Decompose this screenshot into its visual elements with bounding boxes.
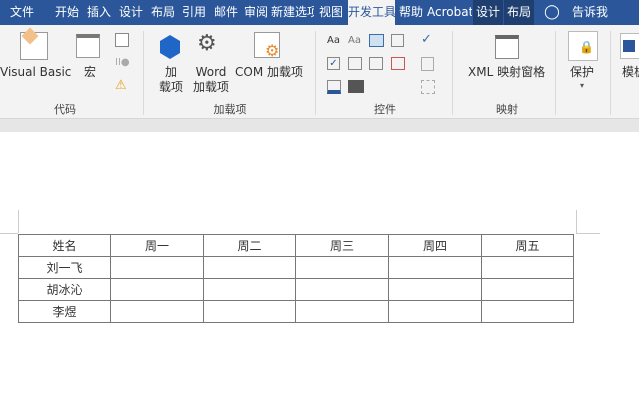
table-cell[interactable]	[203, 300, 296, 323]
ribbon: Visual Basic 宏 II● ⚠ 代码 加载项 ⚙ Word 加载项 ⚙ …	[0, 25, 639, 119]
macro-button[interactable]: 宏	[84, 65, 96, 80]
word-addins-label-1: Word	[195, 65, 227, 79]
design-mode-icon[interactable]: ✓	[421, 32, 432, 47]
table-cell[interactable]	[481, 300, 574, 323]
margin-mark-left-h	[0, 233, 18, 234]
schedule-table: 姓名 周一 周二 周三 周四 周五 刘一飞 胡冰沁 李煜	[18, 234, 574, 323]
word-addins-label-2: 加载项	[193, 80, 230, 94]
tab-insert[interactable]: 插入	[84, 0, 114, 25]
name-cell[interactable]: 刘一飞	[18, 256, 111, 279]
table-cell[interactable]	[388, 278, 482, 301]
tab-new[interactable]: 新建选项卡	[271, 0, 314, 25]
combobox-control-icon[interactable]	[348, 57, 362, 70]
tab-home[interactable]: 开始	[52, 0, 82, 25]
header-cell[interactable]: 周三	[295, 234, 389, 257]
tab-mailings[interactable]: 邮件	[211, 0, 241, 25]
margin-mark-right	[576, 210, 577, 233]
picture-control-icon[interactable]	[369, 34, 384, 47]
table-cell[interactable]	[388, 256, 482, 279]
legacy-tools-icon[interactable]	[348, 80, 364, 93]
name-cell[interactable]: 胡冰沁	[18, 278, 111, 301]
record-macro-icon[interactable]	[115, 33, 129, 47]
tab-acrobat[interactable]: Acrobat	[427, 0, 472, 25]
pause-record-icon[interactable]: II●	[115, 57, 130, 68]
table-cell[interactable]	[110, 278, 204, 301]
protect-dropdown-icon[interactable]: ▾	[580, 81, 584, 90]
group-label-controls: 控件	[374, 103, 396, 116]
tell-me-search[interactable]: 告诉我	[568, 0, 612, 25]
tab-developer[interactable]: 开发工具	[348, 0, 395, 25]
addins-icon	[160, 35, 180, 59]
checkbox-control-icon[interactable]: ✓	[327, 57, 340, 70]
table-row: 李煜	[18, 300, 574, 323]
table-cell[interactable]	[110, 256, 204, 279]
properties-icon[interactable]	[421, 57, 434, 71]
addins-button[interactable]: 加载项	[159, 65, 183, 95]
table-row: 胡冰沁	[18, 278, 574, 301]
header-cell[interactable]: 周四	[388, 234, 482, 257]
margin-mark-right-h	[576, 233, 600, 234]
table-cell[interactable]	[110, 300, 204, 323]
table-row: 刘一飞	[18, 256, 574, 279]
group-label-code: 代码	[54, 103, 76, 116]
tab-help[interactable]: 帮助	[396, 0, 426, 25]
table-cell[interactable]	[295, 278, 389, 301]
repeating-section-icon[interactable]	[327, 80, 341, 94]
group-label-addins: 加载项	[213, 103, 247, 116]
template-button[interactable]: 模板	[622, 65, 639, 80]
header-cell[interactable]: 周一	[110, 234, 204, 257]
template-icon	[620, 33, 639, 59]
table-cell[interactable]	[481, 256, 574, 279]
addins-label-1: 加	[165, 65, 178, 79]
tab-references[interactable]: 引用	[179, 0, 209, 25]
protect-button[interactable]: 保护	[570, 65, 594, 80]
group-label-mapping: 映射	[496, 103, 518, 116]
header-cell[interactable]: 周五	[481, 234, 574, 257]
xml-mapping-pane-button[interactable]: XML 映射窗格	[468, 65, 545, 80]
header-cell[interactable]: 姓名	[18, 234, 111, 257]
tab-table-design[interactable]: 设计	[473, 0, 503, 25]
table-cell[interactable]	[295, 256, 389, 279]
building-block-icon[interactable]	[391, 34, 404, 47]
tab-view[interactable]: 视图	[315, 0, 347, 25]
table-cell[interactable]	[481, 278, 574, 301]
macro-security-icon[interactable]: ⚠	[115, 78, 127, 93]
com-addins-button[interactable]: COM 加载项	[235, 65, 303, 80]
rich-text-control-icon[interactable]: Aa	[327, 35, 340, 46]
group-control-icon[interactable]	[421, 80, 435, 94]
plain-text-control-icon[interactable]: Aa	[348, 35, 361, 46]
tab-design[interactable]: 设计	[116, 0, 146, 25]
protect-icon: 🔒	[568, 31, 598, 61]
margin-mark-left	[18, 210, 19, 233]
tab-review[interactable]: 审阅	[242, 0, 270, 25]
tab-layout[interactable]: 布局	[148, 0, 178, 25]
table-cell[interactable]	[203, 278, 296, 301]
dropdown-control-icon[interactable]	[369, 57, 383, 70]
header-cell[interactable]: 周二	[203, 234, 296, 257]
tab-table-layout[interactable]: 布局	[504, 0, 534, 25]
addins-label-2: 载项	[159, 80, 184, 94]
table-cell[interactable]	[203, 256, 296, 279]
com-addins-icon: ⚙	[254, 32, 280, 60]
table-cell[interactable]	[295, 300, 389, 323]
visual-basic-icon	[20, 27, 48, 60]
name-cell[interactable]: 李煜	[18, 300, 111, 323]
ribbon-tab-bar: 文件 开始 插入 设计 布局 引用 邮件 审阅 新建选项卡 视图 开发工具 帮助…	[0, 0, 639, 25]
xml-mapping-icon	[495, 35, 519, 59]
date-picker-icon[interactable]	[391, 57, 405, 70]
ruler-band	[0, 119, 639, 132]
word-addins-gear-icon: ⚙	[197, 31, 217, 56]
macro-icon	[76, 34, 100, 58]
word-addins-button[interactable]: Word 加载项	[193, 65, 229, 95]
lightbulb-icon: ◯	[544, 4, 560, 20]
tab-file[interactable]: 文件	[0, 0, 44, 25]
table-cell[interactable]	[388, 300, 482, 323]
visual-basic-button[interactable]: Visual Basic	[0, 65, 71, 80]
table-header-row: 姓名 周一 周二 周三 周四 周五	[18, 234, 574, 257]
